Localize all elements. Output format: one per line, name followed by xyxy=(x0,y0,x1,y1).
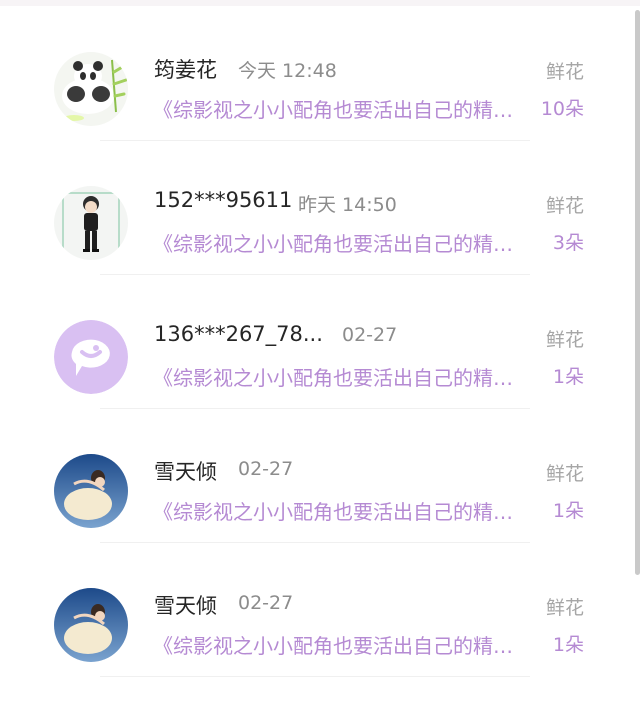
list-item[interactable]: 152***95611 昨天 14:50 《综影视之小小配角也要活出自己的精彩》… xyxy=(0,134,640,275)
timestamp: 昨天 14:50 xyxy=(298,194,397,216)
avatar[interactable] xyxy=(54,52,128,126)
gift-type: 鲜花 xyxy=(545,61,584,83)
user-name: 雪天倾 xyxy=(154,594,217,618)
user-name: 雪天倾 xyxy=(154,460,217,484)
gift-type: 鲜花 xyxy=(545,195,584,217)
list-item[interactable]: 雪天倾 02-27 《综影视之小小配角也要活出自己的精彩》 鲜花 1朵 xyxy=(0,402,640,543)
user-name: 筠姜花 xyxy=(154,58,217,82)
scrollbar[interactable] xyxy=(635,10,640,575)
avatar[interactable] xyxy=(54,454,128,528)
chat-bubble-icon xyxy=(54,320,128,394)
anime-boy-icon xyxy=(54,186,128,260)
gift-count: 10朵 xyxy=(540,98,584,120)
avatar[interactable] xyxy=(54,320,128,394)
dancer-photo-icon xyxy=(54,588,128,662)
user-name: 136***267_78... xyxy=(154,322,323,346)
timestamp: 今天 12:48 xyxy=(238,60,337,82)
book-title[interactable]: 《综影视之小小配角也要活出自己的精彩》 xyxy=(153,228,531,257)
timestamp: 02-27 xyxy=(238,592,294,614)
list-item[interactable]: 136***267_78... 02-27 《综影视之小小配角也要活出自己的精彩… xyxy=(0,268,640,409)
book-title[interactable]: 《综影视之小小配角也要活出自己的精彩》 xyxy=(153,630,531,659)
book-title[interactable]: 《综影视之小小配角也要活出自己的精彩》 xyxy=(153,362,531,391)
user-name: 152***95611 xyxy=(154,188,293,212)
book-title[interactable]: 《综影视之小小配角也要活出自己的精彩》 xyxy=(153,94,531,123)
gift-type: 鲜花 xyxy=(545,463,584,485)
gift-count: 1朵 xyxy=(552,500,584,522)
avatar[interactable] xyxy=(54,588,128,662)
gift-count: 1朵 xyxy=(552,366,584,388)
list-item[interactable]: 雪天倾 02-27 《综影视之小小配角也要活出自己的精彩》 鲜花 1朵 xyxy=(0,536,640,677)
gift-type: 鲜花 xyxy=(545,329,584,351)
timestamp: 02-27 xyxy=(238,458,294,480)
gift-count: 3朵 xyxy=(552,232,584,254)
book-title[interactable]: 《综影视之小小配角也要活出自己的精彩》 xyxy=(153,496,531,525)
gift-type: 鲜花 xyxy=(545,597,584,619)
divider xyxy=(100,676,530,677)
panda-icon xyxy=(54,52,128,126)
timestamp: 02-27 xyxy=(342,324,398,346)
avatar[interactable] xyxy=(54,186,128,260)
list-item[interactable]: 筠姜花 今天 12:48 《综影视之小小配角也要活出自己的精彩》 鲜花 10朵 xyxy=(0,0,640,141)
dancer-photo-icon xyxy=(54,454,128,528)
gift-count: 1朵 xyxy=(552,634,584,656)
